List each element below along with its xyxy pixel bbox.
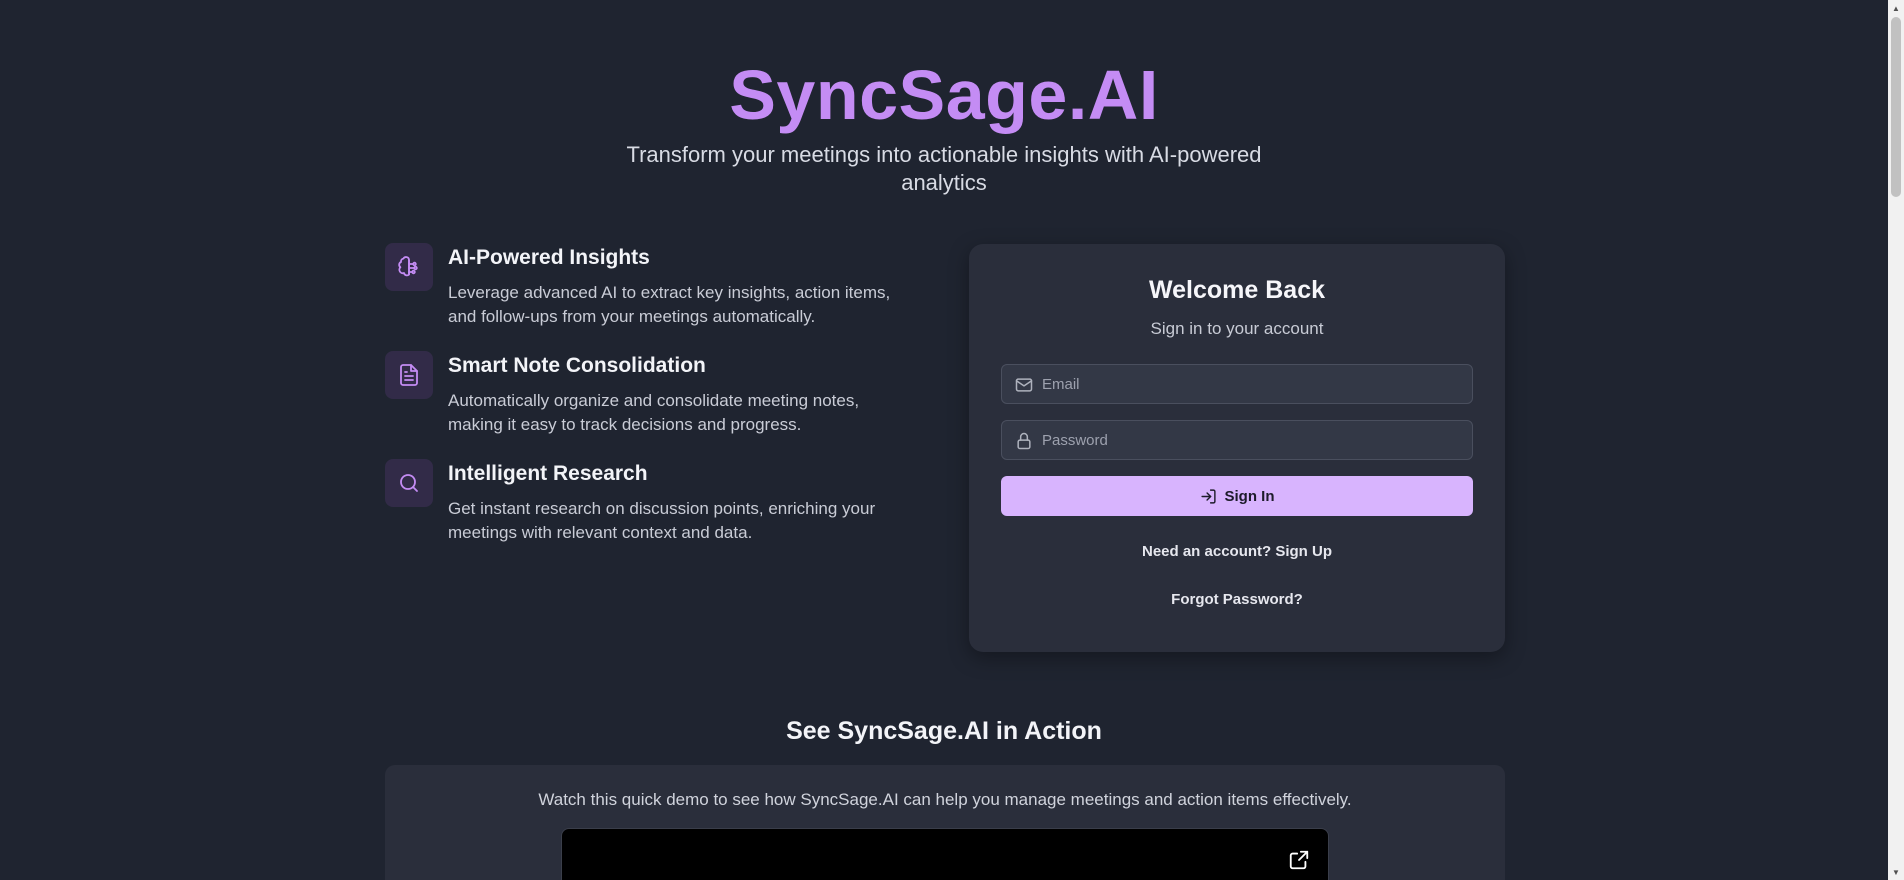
mail-icon xyxy=(1015,378,1033,392)
feature-item: Smart Note Consolidation Automatically o… xyxy=(385,351,915,459)
login-arrow-icon xyxy=(1200,488,1216,504)
feature-title: AI-Powered Insights xyxy=(448,246,650,269)
search-icon xyxy=(385,459,433,507)
feature-title: Intelligent Research xyxy=(448,462,648,485)
password-input[interactable] xyxy=(1042,421,1462,459)
scroll-up-arrow-icon[interactable]: ▲ xyxy=(1888,0,1904,16)
demo-heading: See SyncSage.AI in Action xyxy=(786,717,1102,745)
sign-in-label: Sign In xyxy=(1224,487,1275,505)
external-link-icon[interactable] xyxy=(1288,849,1310,871)
feature-item: AI-Powered Insights Leverage advanced AI… xyxy=(385,243,915,351)
feature-title: Smart Note Consolidation xyxy=(448,354,706,377)
login-title: Welcome Back xyxy=(1148,276,1325,304)
brand-title: SyncSage.AI xyxy=(729,56,1159,134)
feature-description: Automatically organize and consolidate m… xyxy=(448,391,860,434)
login-card: Welcome Back Sign in to your account Sig… xyxy=(969,244,1505,652)
sign-in-button[interactable]: Sign In xyxy=(1001,476,1473,516)
brain-circuit-icon xyxy=(385,243,433,291)
feature-description: Get instant research on discussion point… xyxy=(448,499,876,542)
document-icon xyxy=(385,351,433,399)
demo-caption: Watch this quick demo to see how SyncSag… xyxy=(538,790,1352,809)
demo-video[interactable] xyxy=(561,828,1329,880)
scroll-down-arrow-icon[interactable]: ▼ xyxy=(1888,864,1904,880)
scrollbar[interactable]: ▲ ▼ xyxy=(1888,0,1904,880)
demo-panel: Watch this quick demo to see how SyncSag… xyxy=(385,765,1505,880)
scrollbar-thumb[interactable] xyxy=(1891,17,1901,197)
feature-item: Intelligent Research Get instant researc… xyxy=(385,459,915,567)
feature-description: Leverage advanced AI to extract key insi… xyxy=(448,283,891,326)
login-subtitle: Sign in to your account xyxy=(1150,319,1324,338)
email-field[interactable] xyxy=(1001,364,1473,404)
hero-subtitle: Transform your meetings into actionable … xyxy=(626,142,1262,195)
password-field[interactable] xyxy=(1001,420,1473,460)
email-input[interactable] xyxy=(1042,365,1462,403)
sign-up-link[interactable]: Need an account? Sign Up xyxy=(969,543,1505,560)
login-page: SyncSage.AI Transform your meetings into… xyxy=(0,0,1904,880)
lock-icon xyxy=(1017,432,1031,450)
feature-list: AI-Powered Insights Leverage advanced AI… xyxy=(385,243,915,567)
forgot-password-link[interactable]: Forgot Password? xyxy=(969,591,1505,608)
